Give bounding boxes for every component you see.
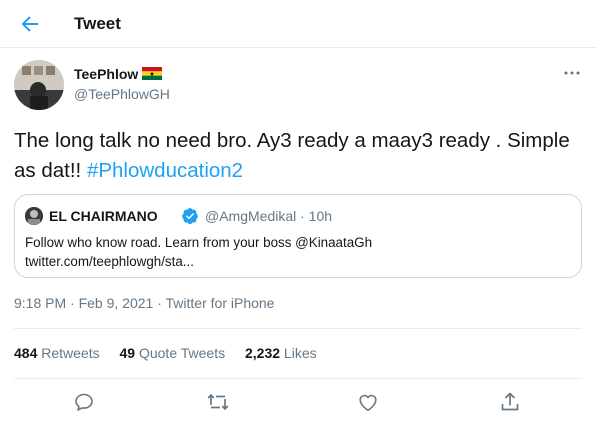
heart-icon	[359, 394, 377, 411]
retweets-count: 484	[14, 345, 38, 361]
action-bar	[0, 390, 596, 418]
quoted-text: Follow who know road. Learn from your bo…	[25, 233, 565, 271]
quoted-link-line: twitter.com/teephlowgh/sta...	[25, 254, 194, 269]
quoted-handle-time: @AmgMedikal · 10h	[205, 208, 333, 224]
reply-icon	[75, 393, 93, 411]
retweets-label: Retweets	[37, 345, 100, 361]
divider	[14, 378, 582, 379]
tweet-author: TeePhlow @TeePhlowGH	[14, 60, 584, 110]
avatar-image	[14, 60, 64, 110]
like-button[interactable]	[356, 390, 380, 414]
author-display-name[interactable]: TeePhlow	[74, 66, 138, 82]
tweet-source[interactable]: Twitter for iPhone	[166, 295, 275, 311]
hashtag-link[interactable]: #Phlowducation2	[87, 159, 243, 182]
back-button[interactable]	[18, 12, 42, 36]
quote-tweets-count: 49	[119, 345, 136, 361]
divider	[14, 328, 582, 329]
author-handle[interactable]: @TeePhlowGH	[74, 86, 170, 102]
likes-stat[interactable]: 2,232 Likes	[245, 345, 317, 361]
arrow-left-icon	[21, 16, 38, 32]
meta-separator: ·	[66, 295, 79, 311]
share-button[interactable]	[498, 390, 522, 414]
retweets-stat[interactable]: 484 Retweets	[14, 345, 100, 361]
top-bar: Tweet	[0, 0, 596, 48]
likes-label: Likes	[280, 345, 317, 361]
reply-button[interactable]	[72, 390, 96, 414]
retweet-button[interactable]	[206, 390, 230, 414]
tweet-text: The long talk no need bro. Ay3 ready a m…	[14, 126, 580, 186]
quoted-avatar	[25, 207, 43, 225]
quoted-text-line: Follow who know road. Learn from your bo…	[25, 235, 373, 250]
tweet-metadata: 9:18 PM · Feb 9, 2021 · Twitter for iPho…	[14, 295, 274, 311]
page-title: Tweet	[74, 14, 121, 33]
share-icon	[501, 392, 519, 411]
more-options-icon[interactable]	[562, 66, 582, 80]
avatar[interactable]	[14, 60, 64, 110]
verified-badge-icon	[182, 208, 198, 225]
likes-count: 2,232	[244, 345, 281, 361]
engagement-stats: 484 Retweets 49 Quote Tweets 2,232 Likes	[14, 345, 333, 361]
tweet-time[interactable]: 9:18 PM	[14, 295, 66, 311]
quoted-tweet[interactable]: EL CHAIRMANO @AmgMedikal · 10h Follow wh…	[14, 194, 582, 278]
tweet-date[interactable]: Feb 9, 2021	[79, 295, 154, 311]
meta-separator: ·	[153, 295, 166, 311]
quoted-display-name: EL CHAIRMANO	[49, 208, 158, 224]
quote-tweets-stat[interactable]: 49 Quote Tweets	[120, 345, 226, 361]
retweet-icon	[207, 394, 229, 410]
quote-tweets-label: Quote Tweets	[135, 345, 226, 361]
ghana-flag-icon	[142, 67, 162, 80]
